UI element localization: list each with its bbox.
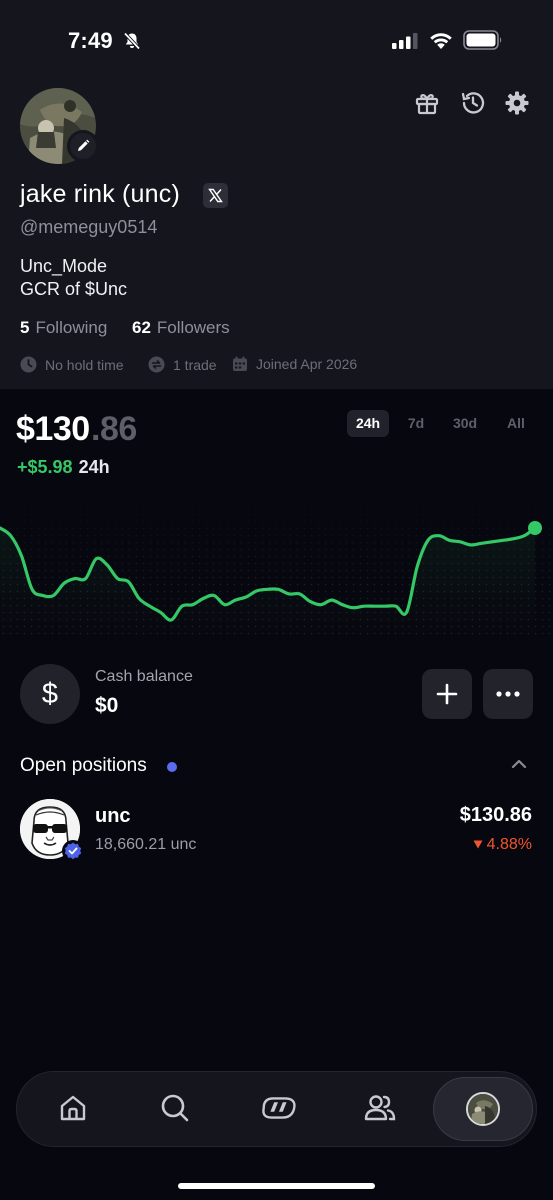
status-time: 7:49: [68, 28, 113, 53]
verified-badge-icon: [62, 840, 84, 862]
history-icon[interactable]: [459, 89, 487, 117]
position-change-value: 4.88%: [486, 836, 532, 853]
following-link[interactable]: 5 Following: [20, 318, 107, 338]
position-amount: 18,660.21 unc: [95, 836, 197, 853]
range-tab-all[interactable]: All: [500, 410, 532, 437]
more-options-button[interactable]: [483, 669, 533, 719]
home-icon[interactable]: [53, 1088, 93, 1128]
wifi-icon: [428, 30, 454, 55]
swap-icon: [148, 356, 165, 373]
dollar-icon: $: [20, 664, 80, 724]
portfolio-chart[interactable]: [0, 490, 553, 640]
edit-avatar-button[interactable]: [67, 130, 99, 162]
trade-icon[interactable]: [258, 1088, 298, 1128]
followers-label: Followers: [156, 318, 230, 337]
bio-line: Unc_Mode: [20, 256, 108, 276]
bell-muted-icon: [122, 31, 142, 56]
position-value: $130.86: [459, 804, 532, 826]
pencil-icon: [78, 139, 90, 151]
hold-time-meta: No hold time: [20, 356, 124, 373]
following-label: Following: [35, 318, 108, 337]
nav-profile-tab[interactable]: [433, 1077, 533, 1141]
portfolio-value: $130: [16, 410, 90, 448]
range-tab-7d[interactable]: 7d: [400, 410, 432, 437]
chart-current-point: [528, 521, 542, 535]
calendar-icon: [233, 356, 247, 371]
hold-time-text: No hold time: [45, 356, 124, 373]
followers-link[interactable]: 62 Followers: [132, 318, 230, 338]
cellular-signal-icon: [392, 33, 418, 54]
search-icon[interactable]: [155, 1088, 195, 1128]
gift-icon[interactable]: [413, 89, 441, 117]
change-period: 24h: [78, 457, 110, 477]
change-amount: +$5.98: [17, 457, 73, 477]
joined-text: Joined Apr 2026: [256, 356, 358, 372]
add-cash-button[interactable]: [422, 669, 472, 719]
portfolio-value-cents: .86: [91, 410, 137, 448]
bio-line: GCR of $Unc: [20, 279, 128, 299]
range-tab-24h[interactable]: 24h: [347, 410, 389, 437]
chevron-up-icon[interactable]: [509, 757, 529, 776]
cash-balance-label: Cash balance: [95, 668, 193, 685]
followers-count: 62: [132, 318, 151, 337]
display-name: jake rink (unc): [20, 180, 180, 208]
user-handle: @memeguy0514: [20, 217, 158, 237]
cash-balance-value: $0: [95, 694, 119, 717]
community-icon[interactable]: [360, 1088, 400, 1128]
x-logo-icon[interactable]: [203, 183, 228, 208]
battery-icon: [463, 30, 503, 55]
position-name[interactable]: unc: [95, 805, 131, 828]
cash-symbol: $: [41, 677, 59, 710]
home-indicator: [178, 1183, 375, 1189]
more-dots-icon: [496, 691, 520, 697]
clock-icon: [20, 356, 37, 373]
joined-meta: Joined Apr 2026: [232, 356, 357, 372]
plus-icon: [436, 683, 458, 705]
positions-indicator-dot: [167, 762, 177, 772]
gear-icon[interactable]: [503, 89, 531, 117]
trades-meta: 1 trade: [148, 356, 217, 373]
down-triangle-icon: [473, 840, 483, 849]
following-count: 5: [20, 318, 30, 337]
position-change: 4.88%: [473, 836, 532, 854]
profile-avatar-small: [466, 1092, 500, 1126]
open-positions-title: Open positions: [20, 755, 147, 776]
trades-text: 1 trade: [173, 356, 217, 373]
portfolio-change: +$5.98 24h: [17, 457, 110, 478]
range-tab-30d[interactable]: 30d: [446, 410, 484, 437]
